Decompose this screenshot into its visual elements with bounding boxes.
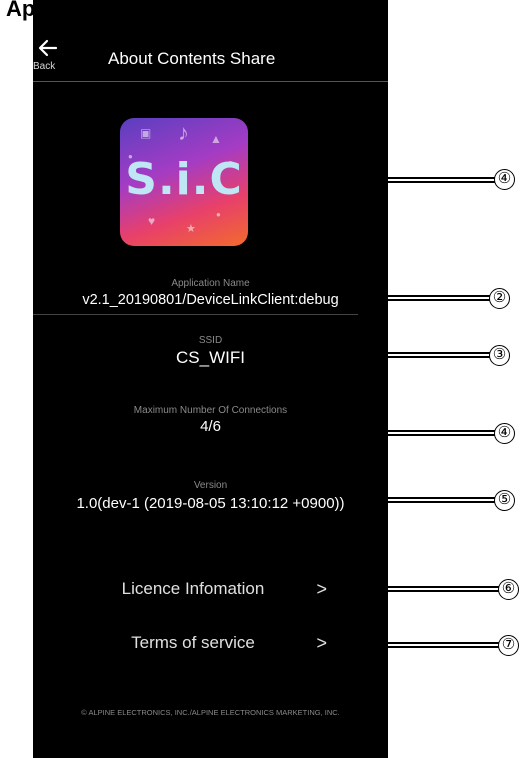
callout-line	[355, 586, 499, 592]
callout-marker: ⑥	[498, 579, 519, 600]
music-note-icon: ♪	[178, 120, 189, 145]
callout-line	[355, 295, 490, 301]
heart-icon: ♥	[148, 214, 156, 228]
triangle-icon: ▲	[210, 132, 222, 146]
callout-marker: ②	[489, 288, 510, 309]
phone-screen: Back About Contents Share ▣ ♪ ▲ ● ● ♥ ★ …	[33, 0, 388, 758]
star-icon: ★	[186, 223, 196, 235]
chevron-right-icon: >	[316, 633, 327, 653]
licence-information-label: Licence Infomation	[121, 579, 265, 598]
max-connections-label: Maximum Number Of Connections	[133, 405, 288, 416]
max-connections-value: 4/6	[200, 418, 221, 435]
app-logo: S.i.C	[125, 154, 243, 205]
app-icon: ▣ ♪ ▲ ● ● ♥ ★ ● S.i.C	[120, 118, 248, 246]
dot-icon: ●	[216, 210, 221, 219]
callout-marker: ⑦	[498, 635, 519, 656]
callout-marker: ④	[494, 169, 515, 190]
version-value: 1.0(dev-1 (2019-08-05 13:10:12 +0900))	[76, 495, 345, 512]
callout-line	[355, 430, 495, 436]
back-arrow-icon	[38, 39, 58, 57]
callout-marker: ⑤	[494, 490, 515, 511]
ssid-value: CS_WIFI	[176, 348, 245, 367]
ssid-label: SSID	[198, 335, 223, 346]
back-button[interactable]: Back	[33, 36, 73, 80]
callout-line	[355, 352, 490, 358]
copyright-text: © ALPINE ELECTRONICS, INC./ALPINE ELECTR…	[81, 708, 340, 717]
callout-marker: ④	[494, 423, 515, 444]
callout-marker: ③	[489, 345, 510, 366]
callout-line	[355, 642, 499, 648]
header-divider	[33, 81, 388, 82]
image-icon: ▣	[140, 126, 152, 140]
chevron-right-icon: >	[316, 579, 327, 599]
back-label: Back	[33, 61, 56, 72]
licence-information-link[interactable]: Licence Infomation >	[93, 575, 333, 603]
version-label: Version	[193, 480, 228, 491]
terms-of-service-label: Terms of service	[131, 633, 255, 652]
terms-of-service-link[interactable]: Terms of service >	[93, 629, 333, 657]
screen-title: About Contents Share	[108, 49, 276, 68]
callout-line	[355, 177, 495, 183]
app-header: Back About Contents Share	[33, 0, 388, 82]
app-name-divider	[33, 314, 358, 315]
app-name-label: Application Name	[171, 278, 250, 289]
app-name-value: v2.1_20190801/DeviceLinkClient:debug	[82, 292, 339, 308]
callout-line	[355, 497, 495, 503]
